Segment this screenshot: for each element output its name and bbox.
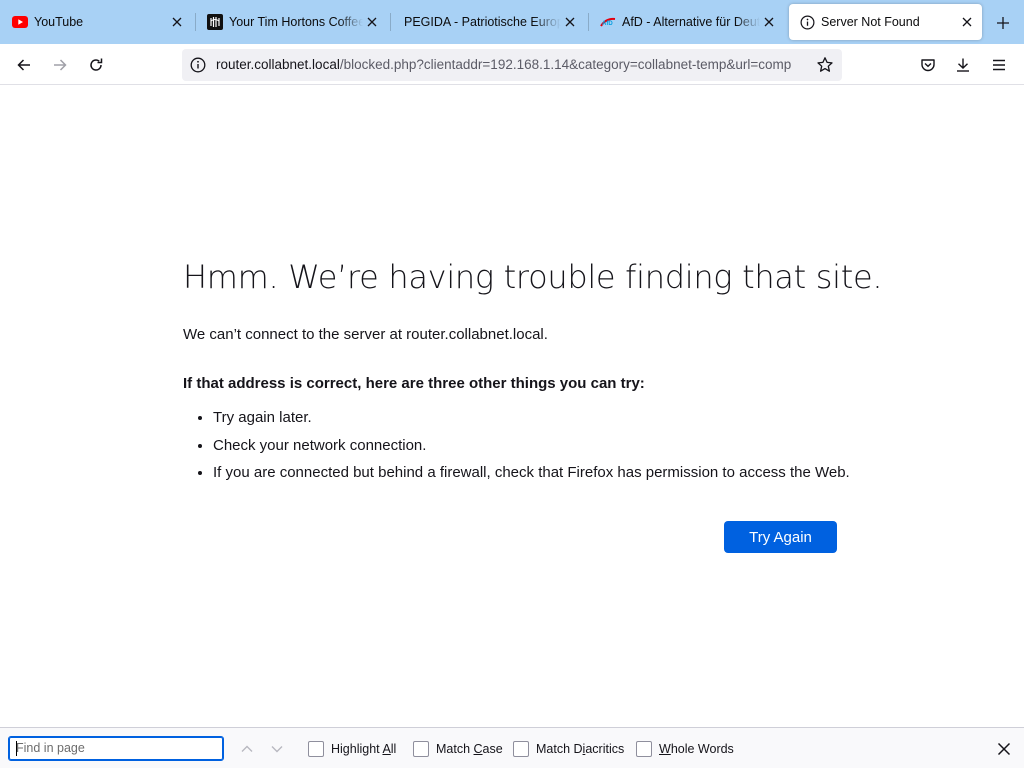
tab-youtube[interactable]: YouTube	[2, 4, 192, 40]
afd-icon: AfD	[600, 14, 616, 30]
reload-button[interactable]	[83, 52, 109, 78]
checkbox-box[interactable]	[308, 741, 324, 757]
downloads-button[interactable]	[950, 52, 976, 78]
plus-icon	[997, 17, 1009, 29]
checkbox-box[interactable]	[636, 741, 652, 757]
suggestions-heading: If that address is correct, here are thr…	[183, 375, 645, 392]
tab-title: AfD - Alternative für Deutschland	[622, 15, 760, 29]
close-icon	[997, 742, 1011, 756]
whole-words-checkbox[interactable]: Whole Words	[636, 740, 734, 758]
tab-title: Server Not Found	[821, 15, 920, 29]
chevron-up-icon	[241, 745, 253, 752]
pocket-button[interactable]	[915, 52, 941, 78]
new-tab-button[interactable]	[992, 12, 1014, 34]
checkbox-label: Match Diacritics	[536, 742, 625, 756]
find-previous-button[interactable]	[237, 739, 257, 759]
close-tab-icon[interactable]	[958, 13, 976, 31]
url-text[interactable]: router.collabnet.local/blocked.php?clien…	[216, 57, 794, 75]
close-tab-icon[interactable]	[561, 13, 579, 31]
youtube-icon	[12, 14, 28, 30]
forward-arrow-icon	[54, 59, 67, 71]
hamburger-menu-icon	[993, 59, 1005, 71]
site-info-icon[interactable]	[190, 57, 206, 73]
info-icon	[799, 14, 815, 30]
bookmark-star-icon[interactable]	[816, 56, 834, 74]
tab-afd[interactable]: AfD AfD - Alternative für Deutschland	[590, 4, 784, 40]
back-button[interactable]	[11, 52, 37, 78]
match-case-checkbox[interactable]: Match Case	[413, 740, 503, 758]
back-arrow-icon	[17, 59, 30, 71]
checkbox-label: Match Case	[436, 742, 503, 756]
pocket-icon	[921, 59, 935, 72]
tim-hortons-icon	[207, 14, 223, 30]
download-icon	[957, 58, 969, 72]
checkbox-box[interactable]	[413, 741, 429, 757]
url-path: /blocked.php?clientaddr=192.168.1.14&cat…	[339, 57, 792, 72]
find-bar: Find in page Highlight All Match Case Ma…	[0, 727, 1024, 768]
error-content: Hmm. We’re having trouble finding that s…	[183, 256, 883, 491]
chevron-down-icon	[271, 746, 283, 753]
tab-separator	[390, 13, 391, 31]
match-diacritics-checkbox[interactable]: Match Diacritics	[513, 740, 624, 758]
tab-strip: YouTube Your Tim Hortons Coffee A PEGIDA…	[0, 0, 1024, 44]
tab-title: YouTube	[34, 15, 84, 29]
close-tab-icon[interactable]	[168, 13, 186, 31]
find-placeholder: Find in page	[16, 741, 85, 755]
tab-title: PEGIDA - Patriotische Europäer	[404, 15, 561, 29]
error-description: We can’t connect to the server at router…	[183, 326, 548, 343]
navigation-toolbar: router.collabnet.local/blocked.php?clien…	[0, 44, 1024, 85]
find-in-page-input[interactable]: Find in page	[8, 736, 224, 761]
tab-separator	[195, 13, 196, 31]
svg-text:AfD: AfD	[602, 21, 613, 27]
checkbox-box[interactable]	[513, 741, 529, 757]
tab-tim-hortons[interactable]: Your Tim Hortons Coffee A	[197, 4, 387, 40]
reload-icon	[90, 58, 103, 71]
highlight-all-checkbox[interactable]: Highlight All	[308, 740, 396, 758]
checkbox-label: Highlight All	[331, 742, 397, 756]
suggestions-list: Try again later. Check your network conn…	[213, 408, 863, 483]
suggestion-item: Check your network connection.	[213, 436, 863, 456]
tab-pegida[interactable]: PEGIDA - Patriotische Europäer	[392, 4, 585, 40]
suggestion-item: Try again later.	[213, 408, 863, 428]
suggestion-item: If you are connected but behind a firewa…	[213, 463, 863, 483]
find-next-button[interactable]	[267, 739, 287, 759]
close-tab-icon[interactable]	[363, 13, 381, 31]
close-tab-icon[interactable]	[760, 13, 778, 31]
url-bar[interactable]: router.collabnet.local/blocked.php?clien…	[182, 49, 842, 81]
tab-server-not-found[interactable]: Server Not Found	[789, 4, 982, 40]
tab-separator	[588, 13, 589, 31]
checkbox-label: Whole Words	[659, 742, 734, 756]
close-find-bar-button[interactable]	[994, 739, 1014, 759]
text-caret	[16, 741, 17, 756]
tab-title: Your Tim Hortons Coffee A	[229, 15, 363, 29]
app-menu-button[interactable]	[986, 52, 1012, 78]
url-host: router.collabnet.local	[216, 57, 340, 72]
try-again-button[interactable]: Try Again	[724, 521, 837, 553]
forward-button[interactable]	[47, 52, 73, 78]
error-title: Hmm. We’re having trouble finding that s…	[183, 258, 883, 296]
